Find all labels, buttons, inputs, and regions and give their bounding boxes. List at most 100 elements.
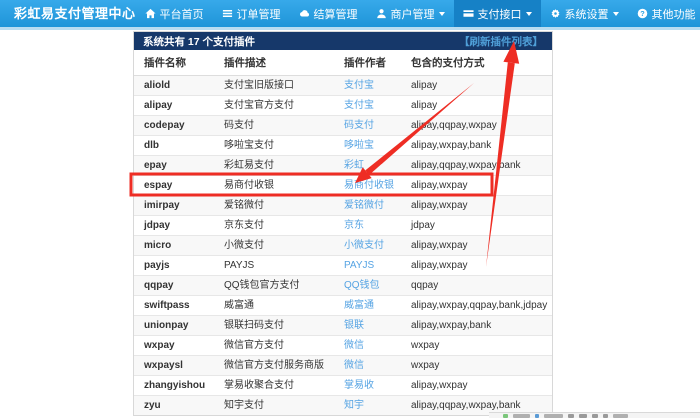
table-row-micro: micro小微支付小微支付alipay,wxpay — [134, 236, 552, 256]
table-row-wxpaysl: wxpaysl微信官方支付服务商版微信 wxpay — [134, 356, 552, 376]
table-row-payjs: payjsPAYJSPAYJSalipay,wxpay — [134, 256, 552, 276]
pay-methods-cell: alipay — [401, 76, 552, 96]
plugin-desc-cell: 彩虹易支付 — [214, 156, 334, 176]
nav-merchants[interactable]: 商户管理 — [367, 0, 454, 27]
nav-home[interactable]: 平台首页 — [136, 0, 213, 27]
plugin-author-link[interactable]: 爱铭微付 — [344, 200, 384, 211]
table-row-dlb: dlb哆啦宝支付哆啦宝alipay,wxpay,bank — [134, 136, 552, 156]
plugin-author-cell: 码支付 — [334, 116, 401, 136]
plugin-name-cell: unionpay — [134, 316, 214, 336]
panel-title: 系统共有 17 个支付插件 — [143, 34, 255, 49]
plugin-name-cell: zhangyishou — [134, 376, 214, 396]
table-row-wxpay: wxpay微信官方支付微信wxpay — [134, 336, 552, 356]
plugin-author-cell: 微信 — [334, 356, 401, 376]
nav-item-label: 支付接口 — [478, 6, 522, 22]
plugin-name-cell: wxpay — [134, 336, 214, 356]
pay-methods-cell: alipay — [401, 96, 552, 116]
plugin-author-link[interactable]: 威富通 — [344, 300, 374, 311]
plugin-author-link[interactable]: QQ钱包 — [344, 280, 380, 291]
table-row-espay: espay易商付收银易商付收银alipay,wxpay — [134, 176, 552, 196]
top-navbar: 彩虹易支付管理中心 平台首页订单管理结算管理商户管理支付接口系统设置?其他功能退… — [0, 0, 700, 27]
plugin-author-link[interactable]: 微信 — [344, 360, 364, 371]
nav-item-label: 平台首页 — [160, 6, 204, 22]
credit-card-icon — [463, 8, 474, 19]
plugin-author-link[interactable]: PAYJS — [344, 260, 374, 271]
nav-orders[interactable]: 订单管理 — [213, 0, 290, 27]
nav-item-label: 其他功能 — [652, 6, 696, 22]
pay-methods-cell: alipay,wxpay,qqpay,bank,jdpay — [401, 296, 552, 316]
plugin-name-cell: payjs — [134, 256, 214, 276]
plugin-author-cell: 支付宝 — [334, 76, 401, 96]
nav-item-label: 商户管理 — [391, 6, 435, 22]
pay-methods-cell: wxpay — [401, 356, 552, 376]
plugin-name-cell: espay — [134, 176, 214, 196]
plugin-author-link[interactable]: 知宇 — [344, 400, 364, 411]
plugin-author-cell: 知宇 — [334, 396, 401, 416]
table-row-codepay: codepay码支付码支付alipay,qqpay,wxpay — [134, 116, 552, 136]
nav-item-label: 结算管理 — [314, 6, 358, 22]
plugin-author-cell: 银联 — [334, 316, 401, 336]
refresh-plugins-link[interactable]: 【刷新插件列表】 — [459, 34, 543, 49]
plugin-desc-cell: 爱铭微付 — [214, 196, 334, 216]
panel-header: 系统共有 17 个支付插件 【刷新插件列表】 — [134, 32, 552, 50]
plugin-desc-cell: 微信官方支付 — [214, 336, 334, 356]
plugin-author-link[interactable]: 银联 — [344, 320, 364, 331]
plugin-author-cell: 京东 — [334, 216, 401, 236]
plugin-name-cell: wxpaysl — [134, 356, 214, 376]
gear-icon — [550, 8, 561, 19]
plugin-author-link[interactable]: 掌易收 — [344, 380, 374, 391]
plugin-author-cell: 彩虹 — [334, 156, 401, 176]
table-row-imirpay: imirpay爱铭微付爱铭微付alipay,wxpay — [134, 196, 552, 216]
plugin-author-link[interactable]: 哆啦宝 — [344, 140, 374, 151]
nav-payment-api[interactable]: 支付接口 — [454, 0, 541, 27]
table-row-zhangyishou: zhangyishou掌易收聚合支付掌易收alipay,wxpay — [134, 376, 552, 396]
pay-methods-cell: alipay,wxpay — [401, 256, 552, 276]
pay-methods-cell: jdpay — [401, 216, 552, 236]
plugin-author-link[interactable]: 微信 — [344, 340, 364, 351]
table-row-unionpay: unionpay银联扫码支付银联alipay,wxpay,bank — [134, 316, 552, 336]
plugin-author-link[interactable]: 易商付收银 — [344, 180, 394, 191]
plugin-author-cell: PAYJS — [334, 256, 401, 276]
plugin-author-link[interactable]: 彩虹 — [344, 160, 364, 171]
plugin-desc-cell: 码支付 — [214, 116, 334, 136]
text-remnant — [613, 414, 628, 418]
plugin-desc-cell: 支付宝旧版接口 — [214, 76, 334, 96]
pay-methods-cell: alipay,wxpay — [401, 236, 552, 256]
navbar-bottom-edge — [0, 27, 700, 30]
plugin-desc-cell: 微信官方支付服务商版 — [214, 356, 334, 376]
pay-methods-cell: wxpay — [401, 336, 552, 356]
nav-other-functions[interactable]: ? 其他功能 — [628, 0, 700, 27]
plugin-desc-cell: 知宇支付 — [214, 396, 334, 416]
plugin-author-cell: 小微支付 — [334, 236, 401, 256]
column-header-2: 插件作者 — [334, 50, 401, 76]
nav-settlement[interactable]: 结算管理 — [290, 0, 367, 27]
plugin-author-link[interactable]: 支付宝 — [344, 80, 374, 91]
plugin-author-cell: 哆啦宝 — [334, 136, 401, 156]
plugins-table: 插件名称插件描述插件作者包含的支付方式 aliold支付宝旧版接口支付宝alip… — [134, 50, 552, 415]
plugin-author-cell: 易商付收银 — [334, 176, 401, 196]
svg-text:?: ? — [640, 9, 645, 18]
nav-menu: 平台首页订单管理结算管理商户管理支付接口系统设置?其他功能退出登录 — [136, 0, 700, 27]
plugin-author-cell: 掌易收 — [334, 376, 401, 396]
gray-icon — [603, 414, 608, 418]
plugin-author-link[interactable]: 小微支付 — [344, 240, 384, 251]
plugin-desc-cell: 易商付收银 — [214, 176, 334, 196]
plugin-name-cell: dlb — [134, 136, 214, 156]
plugin-author-cell: 威富通 — [334, 296, 401, 316]
plugin-author-link[interactable]: 京东 — [344, 220, 364, 231]
table-row-aliold: aliold支付宝旧版接口支付宝alipay — [134, 76, 552, 96]
nav-item-label: 订单管理 — [237, 6, 281, 22]
plugin-author-cell: QQ钱包 — [334, 276, 401, 296]
plugin-author-link[interactable]: 码支付 — [344, 120, 374, 131]
plugin-author-cell: 支付宝 — [334, 96, 401, 116]
table-header-row: 插件名称插件描述插件作者包含的支付方式 — [134, 50, 552, 76]
plugin-author-cell: 爱铭微付 — [334, 196, 401, 216]
plugins-panel: 系统共有 17 个支付插件 【刷新插件列表】 插件名称插件描述插件作者包含的支付… — [133, 31, 553, 416]
table-row-alipay: alipay支付宝官方支付支付宝alipay — [134, 96, 552, 116]
plugin-author-cell: 微信 — [334, 336, 401, 356]
nav-system-settings[interactable]: 系统设置 — [541, 0, 628, 27]
chevron-down-icon — [613, 12, 619, 16]
brand-title[interactable]: 彩虹易支付管理中心 — [0, 0, 136, 27]
plugin-author-link[interactable]: 支付宝 — [344, 100, 374, 111]
nav-item-label: 系统设置 — [565, 6, 609, 22]
